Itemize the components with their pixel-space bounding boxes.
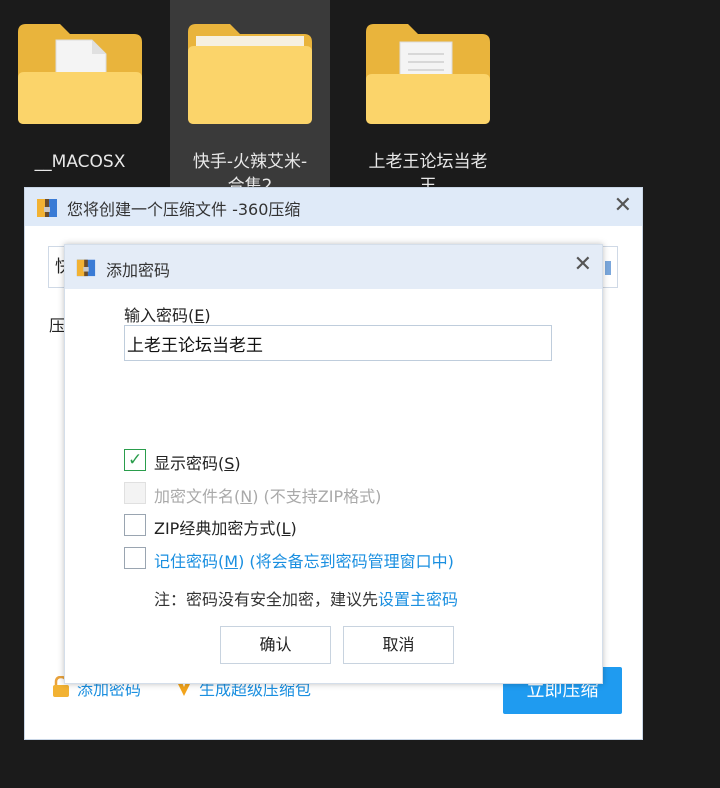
- password-label: 输入密码(E): [124, 306, 211, 325]
- remember-password-checkbox[interactable]: [124, 547, 146, 569]
- folder-macosx[interactable]: __MACOSX: [0, 0, 160, 200]
- zip-classic-label: ZIP经典加密方式(L): [154, 519, 297, 538]
- dialog-title: 添加密码: [106, 261, 171, 280]
- add-password-dialog: 添加密码 ✕ 输入密码(E) ✓ 显示密码(S) 加密文件名(N) (不支持ZI…: [64, 244, 603, 684]
- show-password-checkbox[interactable]: ✓: [124, 449, 146, 471]
- folder-with-papers-icon: [366, 24, 490, 124]
- remember-password-label: 记住密码(M) (将会备忘到密码管理窗口中): [154, 552, 454, 571]
- archive-app-icon: [37, 199, 57, 217]
- zip-classic-checkbox[interactable]: [124, 514, 146, 536]
- cancel-button[interactable]: 取消: [343, 626, 454, 664]
- folder-icon: [188, 24, 312, 124]
- browse-icon[interactable]: [605, 261, 611, 275]
- password-input[interactable]: [124, 325, 552, 361]
- ok-button[interactable]: 确认: [220, 626, 331, 664]
- folder-kuaishou[interactable]: 快手-火辣艾米- 合集2: [170, 0, 330, 200]
- encrypt-filenames-checkbox: [124, 482, 146, 504]
- dialog-titlebar[interactable]: 添加密码 ✕: [65, 245, 602, 289]
- window-title: 您将创建一个压缩文件 -360压缩: [67, 200, 301, 219]
- folder-label: __MACOSX: [34, 152, 126, 172]
- close-icon[interactable]: ✕: [614, 193, 632, 218]
- encrypt-filenames-label: 加密文件名(N) (不支持ZIP格式): [154, 487, 382, 506]
- close-icon[interactable]: ✕: [574, 252, 592, 277]
- folder-laowang[interactable]: 上老王论坛当老 王: [348, 0, 508, 200]
- show-password-label: 显示密码(S): [154, 454, 241, 473]
- security-note: 注：密码没有安全加密，建议先设置主密码: [154, 590, 459, 609]
- set-master-password-link[interactable]: 设置主密码: [378, 590, 458, 609]
- checkmark-icon: ✓: [128, 450, 143, 470]
- folder-with-file-icon: [18, 24, 142, 124]
- archive-app-icon: [76, 259, 96, 277]
- window-titlebar[interactable]: 您将创建一个压缩文件 -360压缩 ✕: [25, 188, 642, 226]
- compress-format-label: 压: [49, 316, 66, 335]
